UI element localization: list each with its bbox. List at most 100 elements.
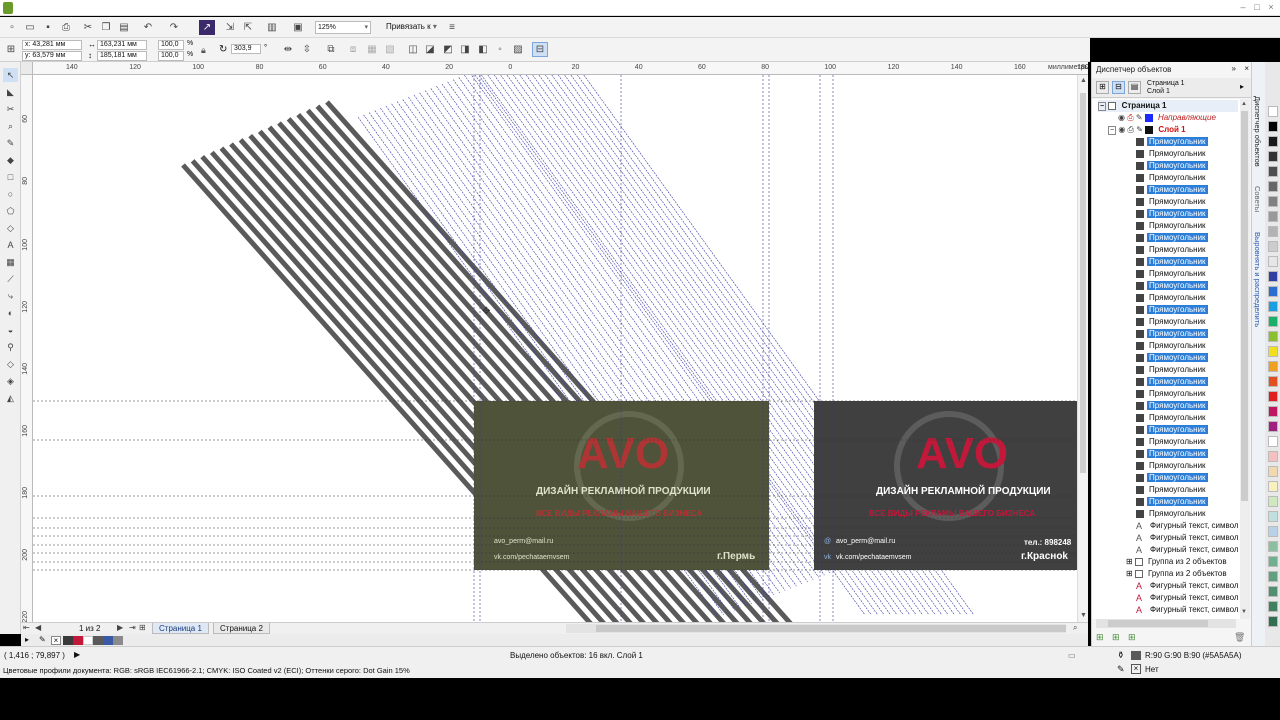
palette-swatch[interactable]: [1268, 196, 1278, 207]
tree-object-item[interactable]: A Фигурный текст, символ: [1136, 592, 1240, 604]
palette-swatch[interactable]: [1268, 136, 1278, 147]
tree-object-item[interactable]: Прямоугольник: [1136, 412, 1208, 424]
scroll-down-icon[interactable]: ▼: [1241, 609, 1247, 615]
tree-guides-layer[interactable]: ◉ ⎙ ✎ Направляющие: [1118, 112, 1216, 124]
docker-scrollbar[interactable]: ▲ ▼: [1240, 99, 1250, 619]
eye-icon[interactable]: ◉: [1118, 113, 1125, 122]
collapse-icon[interactable]: −: [1108, 126, 1117, 135]
prev-page-icon[interactable]: ◀: [35, 623, 41, 632]
palette-swatch[interactable]: [1268, 586, 1278, 597]
tab-hints[interactable]: Советы: [1253, 186, 1262, 212]
tree-object-item[interactable]: Прямоугольник: [1136, 316, 1208, 328]
tree-object-item[interactable]: Прямоугольник: [1136, 256, 1208, 268]
rectangle-tool-icon[interactable]: □: [3, 170, 18, 184]
new-master-layer-all-icon[interactable]: ⊞: [1128, 632, 1136, 643]
horizontal-scrollbar[interactable]: [566, 624, 1066, 633]
tree-object-item[interactable]: Прямоугольник: [1136, 136, 1208, 148]
close-icon[interactable]: ×: [1264, 2, 1278, 13]
search-content-icon[interactable]: ↗: [199, 20, 215, 35]
ungroup-all-icon[interactable]: ▦: [364, 42, 380, 57]
palette-swatch[interactable]: [1268, 391, 1278, 402]
palette-swatch[interactable]: [1268, 421, 1278, 432]
show-properties-icon[interactable]: ⊞: [1096, 81, 1109, 94]
palette-swatch[interactable]: [1268, 181, 1278, 192]
next-page-icon[interactable]: ▶: [117, 623, 123, 632]
palette-swatch[interactable]: [1268, 151, 1278, 162]
eyedropper-icon[interactable]: ✎: [39, 635, 46, 644]
import-icon[interactable]: ⇲: [222, 20, 238, 35]
minimize-icon[interactable]: –: [1236, 2, 1250, 13]
ruler-origin[interactable]: [21, 62, 33, 75]
palette-swatch[interactable]: [1268, 571, 1278, 582]
palette-swatch[interactable]: [1268, 211, 1278, 222]
new-master-layer-icon[interactable]: ⊞: [1112, 632, 1120, 643]
tab-align-distribute[interactable]: Выровнять и распределить: [1253, 232, 1262, 327]
rotation-angle-field[interactable]: 303,9: [231, 44, 261, 54]
tree-object-item[interactable]: Прямоугольник: [1136, 376, 1208, 388]
tree-object-item[interactable]: Прямоугольник: [1136, 148, 1208, 160]
palette-swatch[interactable]: [1268, 361, 1278, 372]
scroll-up-icon[interactable]: ▲: [1080, 77, 1087, 84]
tree-object-item[interactable]: Прямоугольник: [1136, 400, 1208, 412]
palette-swatch[interactable]: [1268, 451, 1278, 462]
scroll-down-icon[interactable]: ▼: [1080, 612, 1087, 619]
palette-swatch[interactable]: [1268, 481, 1278, 492]
expand-icon[interactable]: ⊞: [1126, 569, 1135, 578]
trim-icon[interactable]: ◪: [422, 42, 438, 57]
palette-swatch[interactable]: [1268, 286, 1278, 297]
maximize-icon[interactable]: □: [1250, 2, 1264, 13]
object-origin-icon[interactable]: ⊞: [3, 42, 19, 57]
tree-object-item[interactable]: Прямоугольник: [1136, 436, 1208, 448]
color-swatch[interactable]: [73, 636, 83, 645]
tree-object-item[interactable]: Прямоугольник: [1136, 220, 1208, 232]
boundary-icon[interactable]: ▨: [510, 42, 526, 57]
tree-object-item[interactable]: A Фигурный текст, символ: [1136, 520, 1240, 532]
tree-object-item[interactable]: A Фигурный текст, символ: [1136, 580, 1240, 592]
print-layer-icon[interactable]: ⎙: [1128, 125, 1134, 134]
tree-object-item[interactable]: Прямоугольник: [1136, 268, 1208, 280]
new-layer-icon[interactable]: ⊞: [1096, 632, 1104, 643]
weld-icon[interactable]: ◫: [405, 42, 421, 57]
print-icon[interactable]: ⎙: [58, 20, 74, 35]
palette-swatch[interactable]: [1268, 436, 1278, 447]
scroll-up-icon[interactable]: ▲: [1241, 101, 1247, 107]
smart-fill-icon[interactable]: ◆: [3, 153, 18, 167]
text-tool-icon[interactable]: A: [3, 238, 18, 252]
h-scroll-thumb[interactable]: [596, 625, 1066, 632]
publish-pdf-icon[interactable]: ▥: [264, 20, 280, 35]
palette-swatch[interactable]: [1268, 376, 1278, 387]
tree-object-item[interactable]: A Фигурный текст, символ: [1136, 532, 1240, 544]
edit-layer-icon[interactable]: ✎: [1136, 125, 1143, 134]
interactive-fill-icon[interactable]: ◭: [3, 391, 18, 405]
palette-swatch[interactable]: [1268, 526, 1278, 537]
palette-swatch[interactable]: [1268, 511, 1278, 522]
palette-swatch[interactable]: [1268, 106, 1278, 117]
polygon-tool-icon[interactable]: ⬠: [3, 204, 18, 218]
palette-swatch[interactable]: [1268, 301, 1278, 312]
tab-page-2[interactable]: Страница 2: [213, 623, 270, 634]
palette-swatch[interactable]: [1268, 256, 1278, 267]
width-field[interactable]: 163,231 мм: [97, 40, 147, 50]
height-field[interactable]: 185,181 мм: [97, 51, 147, 61]
outline-pen-icon[interactable]: ✎: [1117, 664, 1125, 675]
palette-swatch[interactable]: [1268, 556, 1278, 567]
color-swatch[interactable]: [63, 636, 73, 645]
y-position-field[interactable]: y: 63,579 мм: [22, 51, 82, 61]
tree-object-item[interactable]: Прямоугольник: [1136, 160, 1208, 172]
edit-layer-icon[interactable]: ✎: [1136, 113, 1143, 122]
scroll-thumb[interactable]: [1080, 93, 1086, 473]
blend-tool-icon[interactable]: ◐: [3, 306, 18, 320]
navigator-icon[interactable]: ⌕: [1073, 623, 1077, 633]
no-color-swatch[interactable]: ×: [51, 636, 61, 645]
tree-object-item[interactable]: ⊞ Группа из 2 объектов: [1126, 568, 1229, 580]
tree-object-item[interactable]: Прямоугольник: [1136, 196, 1208, 208]
fill-tool-icon[interactable]: ◈: [3, 374, 18, 388]
zoom-tool-icon[interactable]: ⌕: [3, 119, 18, 133]
palette-swatch[interactable]: [1268, 241, 1278, 252]
palette-swatch[interactable]: [1268, 121, 1278, 132]
palette-swatch[interactable]: [1268, 316, 1278, 327]
tree-object-item[interactable]: Прямоугольник: [1136, 484, 1208, 496]
edit-across-layers-icon[interactable]: ⊟: [1112, 81, 1125, 94]
x-position-field[interactable]: x: 43,281 мм: [22, 40, 82, 50]
add-page-icon[interactable]: ⊞: [139, 623, 146, 632]
